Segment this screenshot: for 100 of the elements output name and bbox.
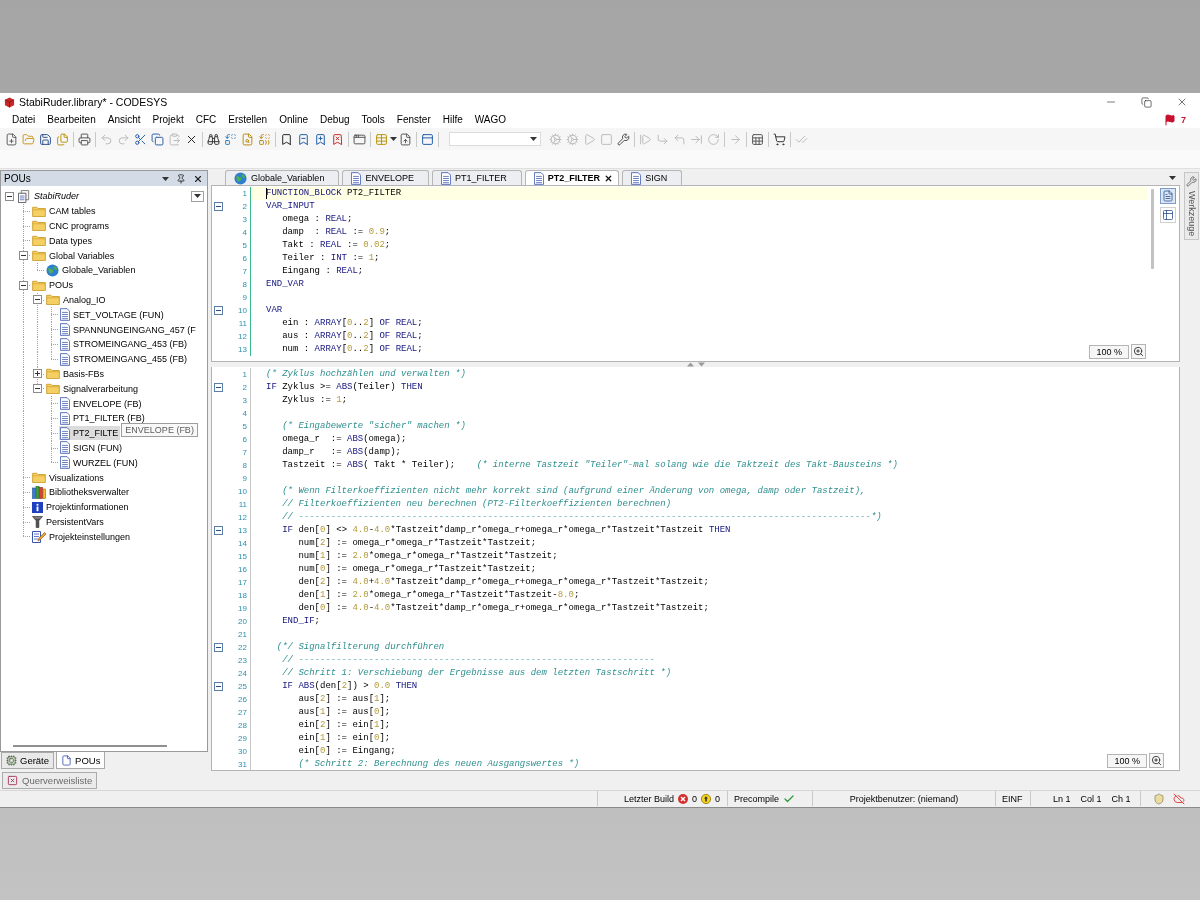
expand-icon[interactable]: [33, 369, 42, 379]
column-position: Col 1: [1080, 793, 1102, 804]
line-number: 7: [242, 266, 247, 278]
tree-item[interactable]: CAM tables: [31, 204, 98, 219]
editor-tab[interactable]: ENVELOPE: [342, 170, 429, 185]
zoom-level[interactable]: 100 %: [1089, 344, 1129, 359]
tree-item[interactable]: POUs: [31, 278, 75, 293]
menu-item[interactable]: Debug: [314, 114, 356, 125]
menu-item[interactable]: Projekt: [146, 114, 190, 125]
tree-item[interactable]: StabiRuder: [17, 189, 82, 204]
bookmark-x-icon[interactable]: [331, 132, 344, 146]
tree-item[interactable]: Data types: [31, 233, 95, 248]
collapse-icon[interactable]: [33, 384, 42, 394]
line-number: 20: [238, 616, 247, 628]
collapse-icon[interactable]: [213, 383, 223, 392]
line-number: 10: [238, 486, 247, 498]
tree-item[interactable]: Projektinformationen: [31, 500, 131, 515]
menu-item[interactable]: Tools: [355, 114, 391, 125]
tree-item[interactable]: CNC programs: [31, 219, 111, 233]
cut-icon[interactable]: [134, 132, 147, 146]
pin-icon[interactable]: [176, 173, 186, 184]
vertical-scrollbar[interactable]: [1150, 189, 1154, 269]
zoom-icon[interactable]: [1131, 344, 1146, 359]
line-number: 27: [238, 707, 247, 719]
side-tab[interactable]: Werkzeuge: [1184, 172, 1199, 241]
bookmark-minus-icon[interactable]: [297, 132, 310, 146]
menu-item[interactable]: Fenster: [390, 114, 437, 125]
line-number: 14: [238, 538, 247, 550]
collapse-icon[interactable]: [19, 251, 28, 261]
file-upload-icon[interactable]: [399, 132, 412, 146]
document-icon: [60, 308, 70, 322]
cart-icon[interactable]: [773, 132, 786, 146]
close-icon[interactable]: [604, 173, 614, 183]
app-window-icon[interactable]: [353, 132, 366, 146]
tree-item[interactable]: Projekteinstellungen: [31, 529, 133, 544]
editor-tab[interactable]: SIGN: [622, 170, 683, 185]
collapse-icon[interactable]: [5, 191, 14, 201]
line-number: 1: [242, 369, 247, 381]
dock-tab[interactable]: Querverweisliste: [2, 772, 98, 789]
cloud-off-icon[interactable]: [1173, 792, 1185, 805]
close-icon[interactable]: [193, 173, 203, 184]
bookmark-plus-icon[interactable]: [314, 132, 327, 146]
panel-icon[interactable]: [421, 132, 434, 146]
line-number: 15: [238, 551, 247, 563]
menu-item[interactable]: Hilfe: [436, 114, 469, 125]
panel-tab[interactable]: Geräte: [1, 752, 55, 769]
copy-icon[interactable]: [151, 132, 164, 146]
new-file-icon[interactable]: [5, 132, 18, 146]
bookmark-icon[interactable]: [280, 132, 293, 146]
tree-item[interactable]: PT2_FILTE: [59, 426, 121, 441]
wrench-icon[interactable]: [617, 132, 630, 146]
code-line: Eingang : REAL;: [281, 265, 364, 278]
caret-icon[interactable]: [390, 137, 397, 141]
document-icon: [60, 352, 70, 366]
print-icon[interactable]: [78, 132, 91, 146]
horizontal-scrollbar[interactable]: [13, 745, 167, 747]
collapse-icon[interactable]: [213, 643, 223, 652]
collapse-icon[interactable]: [213, 306, 223, 315]
menu-item[interactable]: CFC: [189, 114, 223, 125]
file-search-icon[interactable]: [241, 132, 254, 146]
menu-item[interactable]: Ansicht: [101, 114, 147, 125]
collapse-icon[interactable]: [213, 682, 223, 691]
collapse-icon[interactable]: [213, 526, 223, 535]
editor-tab[interactable]: Globale_Variablen: [225, 170, 340, 185]
line-number: 22: [238, 642, 247, 654]
caret-icon[interactable]: [1169, 175, 1176, 180]
menu-item[interactable]: WAGO: [468, 114, 513, 125]
tree-item[interactable]: Global Variables: [31, 248, 117, 263]
caret-icon[interactable]: [162, 176, 169, 181]
line-number: 19: [238, 603, 247, 615]
restore-icon[interactable]: [1141, 96, 1152, 108]
editor-tab[interactable]: PT1_FILTER: [431, 170, 522, 185]
text-view-icon[interactable]: [1160, 188, 1176, 204]
line-number: 6: [242, 253, 247, 265]
collapse-icon[interactable]: [213, 202, 223, 211]
error-icon: [678, 793, 689, 804]
menu-item[interactable]: Erstellen: [222, 114, 274, 125]
zoom-level[interactable]: 100 %: [1107, 753, 1147, 768]
zoom-icon[interactable]: [1149, 753, 1164, 768]
tree-item[interactable]: Bibliotheksverwalter: [31, 485, 132, 500]
menu-item[interactable]: Datei: [6, 114, 42, 125]
collapse-icon[interactable]: [19, 280, 28, 290]
binoculars-icon[interactable]: [207, 132, 220, 146]
dropdown-button[interactable]: [191, 190, 204, 202]
panel-tab[interactable]: POUs: [56, 752, 106, 769]
editor-tab[interactable]: PT2_FILTER: [524, 170, 620, 185]
menu-item[interactable]: Bearbeiten: [41, 114, 102, 125]
chip-icon: [6, 755, 17, 766]
code-line: num : ARRAY[0..2] OF REAL;: [281, 343, 423, 356]
tree-item[interactable]: Globale_Variablen: [45, 263, 138, 278]
table-view-icon[interactable]: [1160, 207, 1176, 223]
code-line: ein[2] := ein[1];: [297, 719, 391, 732]
collapse-icon[interactable]: [33, 295, 42, 305]
flag-icon[interactable]: [1164, 113, 1176, 126]
code-line: ein[0] := Eingang;: [297, 745, 396, 758]
sheet-icon[interactable]: [751, 132, 764, 146]
save-icon[interactable]: [39, 132, 52, 146]
tree-item[interactable]: PersistentVars: [31, 514, 106, 529]
line-number: 23: [238, 655, 247, 667]
menu-item[interactable]: Online: [273, 114, 315, 125]
